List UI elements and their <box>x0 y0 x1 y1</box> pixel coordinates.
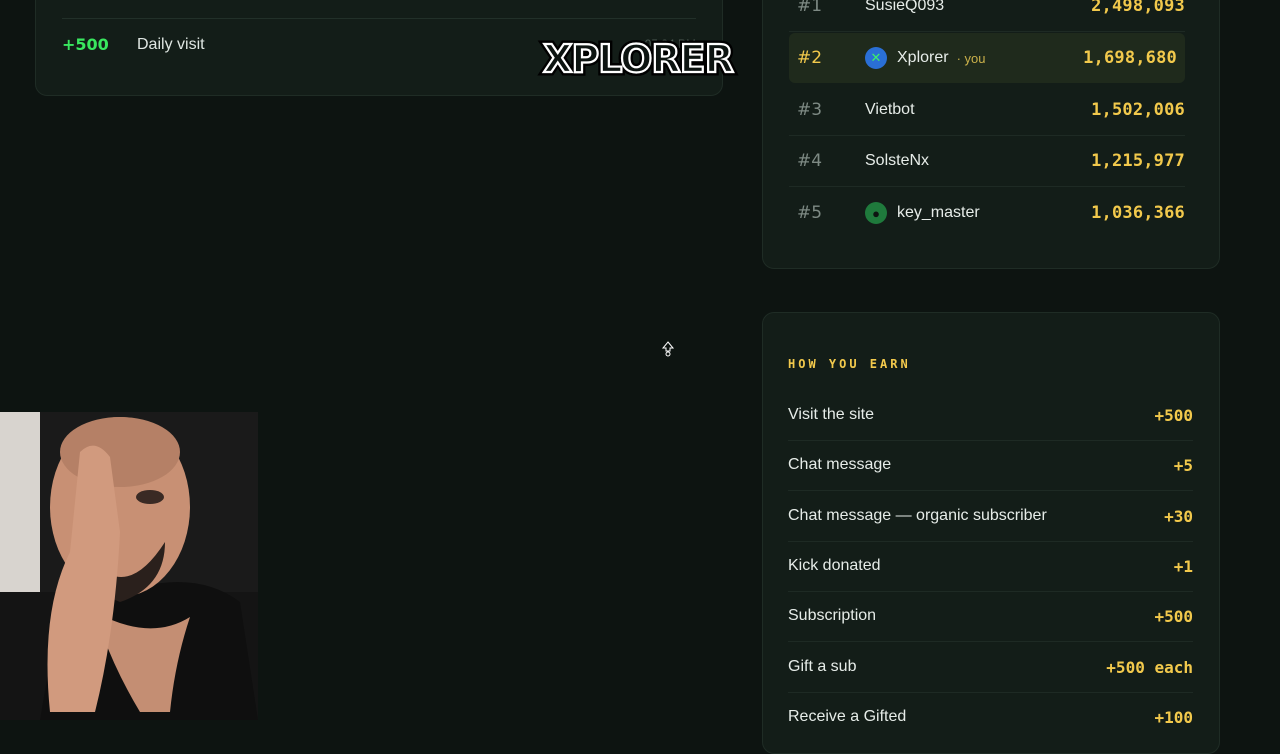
activity-row: +500 Daily visit <box>62 35 205 54</box>
earn-label: Chat message <box>788 456 892 473</box>
leaderboard-name: SolsteNx <box>865 152 930 169</box>
earn-points: +5 <box>1173 455 1193 475</box>
leaderboard-rank: #2 <box>797 48 823 68</box>
earn-row: Kick donated +1 <box>788 541 1193 592</box>
leaderboard-name: Xplorer <box>897 49 949 66</box>
divider <box>62 18 696 19</box>
leaderboard-score: 2,498,093 <box>1091 0 1185 16</box>
xplorer-avatar-icon: ✕ <box>865 47 887 69</box>
earn-row: Chat message +5 <box>788 440 1193 491</box>
earn-row: Gift a sub +500 each <box>788 642 1193 693</box>
leaderboard-name: Vietbot <box>865 101 915 118</box>
earn-label: Kick donated <box>788 557 881 574</box>
xplorer-logo: XPLORER XPLORER <box>540 36 739 82</box>
earn-label: Visit the site <box>788 406 874 423</box>
earn-label: Receive a Gifted <box>788 708 907 725</box>
leaderboard-row-you[interactable]: #2 ✕ Xplorer · you 1,698,680 <box>789 33 1185 83</box>
mouse-cursor-icon <box>661 341 675 357</box>
earn-points: +500 <box>1154 405 1193 425</box>
activity-points: +500 <box>62 35 109 54</box>
earn-label: Subscription <box>788 607 877 624</box>
leaderboard-score: 1,698,680 <box>1083 48 1177 68</box>
leaderboard-score: 1,036,366 <box>1091 203 1185 223</box>
leaderboard-row[interactable]: #3 Vietbot 1,502,006 <box>789 85 1185 136</box>
leaderboard-row[interactable]: #4 SolsteNx 1,215,977 <box>789 136 1185 187</box>
earn-row: Chat message — organic subscriber +30 <box>788 491 1193 542</box>
earn-label: Chat message — organic subscriber <box>788 507 1047 524</box>
how-you-earn-card: HOW YOU EARN Visit the site +500 Chat me… <box>762 312 1220 754</box>
leaderboard-name: SusieQ093 <box>865 0 945 14</box>
leaderboard-row[interactable]: #1 SusieQ093 2,498,093 <box>789 0 1185 32</box>
earn-label: Gift a sub <box>788 658 857 675</box>
leaderboard-name: key_master <box>897 204 980 221</box>
earn-points: +1 <box>1173 556 1193 576</box>
leaderboard-rank: #4 <box>797 151 823 171</box>
leaderboard-score: 1,215,977 <box>1091 151 1185 171</box>
webcam-feed <box>0 412 258 720</box>
you-tag: · you <box>956 50 986 66</box>
earn-points: +500 each <box>1106 657 1193 677</box>
earn-points: +100 <box>1154 707 1193 727</box>
leaderboard-card: #1 SusieQ093 2,498,093 #2 ✕ Xplorer · yo… <box>762 0 1220 269</box>
leaderboard-row[interactable]: #5 ● key_master 1,036,366 <box>789 188 1185 238</box>
leaderboard-score: 1,502,006 <box>1091 100 1185 120</box>
earn-row: Subscription +500 <box>788 591 1193 642</box>
svg-text:XPLORER: XPLORER <box>543 37 734 81</box>
leaderboard-rank: #1 <box>797 0 823 16</box>
section-heading: HOW YOU EARN <box>788 357 911 371</box>
leaderboard-rank: #3 <box>797 100 823 120</box>
earn-points: +30 <box>1164 506 1193 526</box>
activity-label: Daily visit <box>137 35 205 53</box>
leaderboard-rank: #5 <box>797 203 823 223</box>
key-master-avatar-icon: ● <box>865 202 887 224</box>
earn-row: Visit the site +500 <box>788 390 1193 441</box>
earn-row: Receive a Gifted +100 <box>788 692 1193 742</box>
earn-points: +500 <box>1154 606 1193 626</box>
